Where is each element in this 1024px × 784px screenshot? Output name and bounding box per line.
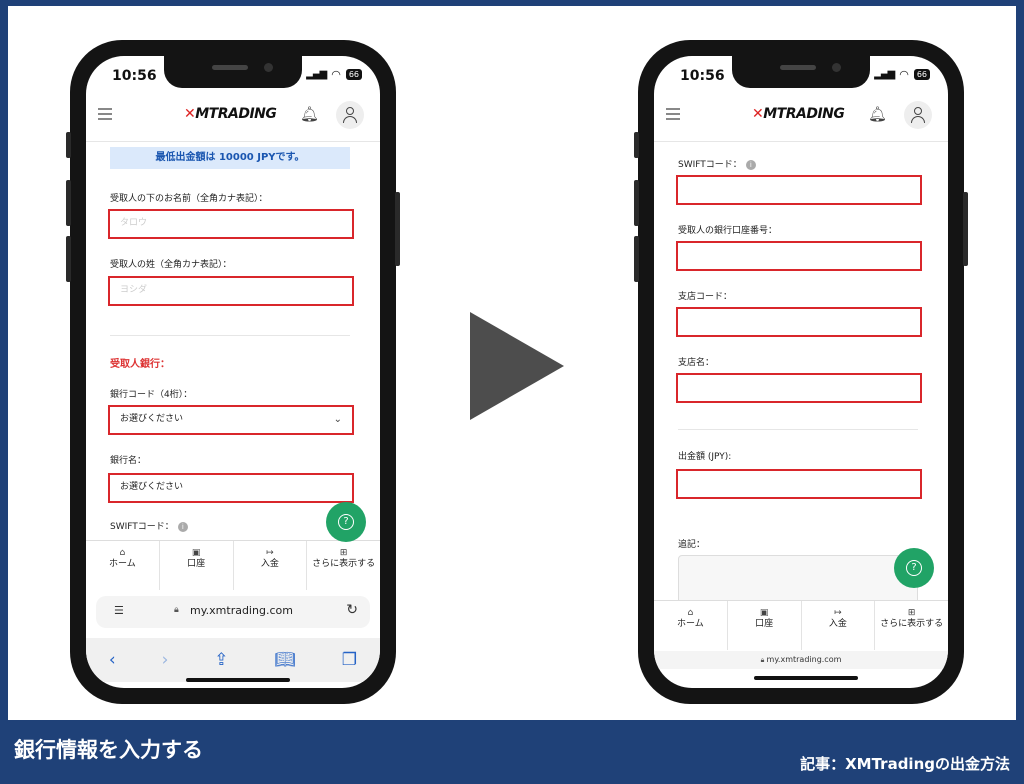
user-icon[interactable] bbox=[336, 101, 364, 129]
nav-account[interactable]: ▣ 口座 bbox=[728, 601, 802, 650]
user-icon[interactable] bbox=[904, 101, 932, 129]
safari-url-bar[interactable]: ☰ 🔒︎ my.xmtrading.com ↻ bbox=[96, 596, 370, 628]
signal-icon: ▂▄▆ bbox=[306, 69, 327, 80]
right-phone-screen: 10:56 ▂▄▆ ◠ 66 ✕MTRADING 🔔︎ SWIFTコード： i 受… bbox=[654, 56, 948, 688]
bank-name-label: 銀行名： bbox=[110, 456, 147, 466]
back-icon[interactable]: ‹ bbox=[109, 650, 116, 670]
deposit-icon: ↦ bbox=[834, 608, 842, 618]
account-number-label: 受取人の銀行口座番号： bbox=[678, 226, 778, 236]
bell-icon[interactable]: 🔔︎ bbox=[300, 105, 319, 123]
help-chat-button[interactable]: ? bbox=[894, 548, 934, 588]
question-icon: ? bbox=[906, 560, 922, 576]
signal-icon: ▂▄▆ bbox=[874, 69, 895, 80]
given-name-label: 受取人の下のお名前（全角カナ表記）： bbox=[110, 194, 268, 204]
question-icon: ? bbox=[338, 514, 354, 530]
nav-deposit[interactable]: ↦ 入金 bbox=[802, 601, 876, 650]
url-text: my.xmtrading.com bbox=[766, 655, 842, 664]
bank-code-label: 銀行コード（4桁）： bbox=[110, 390, 193, 400]
swift-label: SWIFTコード： i bbox=[678, 157, 756, 170]
left-phone: 10:56 ▂▄▆ ◠ 66 ✕MTRADING 🔔︎ 最低出金額は 10000… bbox=[66, 40, 400, 704]
account-number-input[interactable] bbox=[676, 241, 922, 271]
chevron-down-icon: ⌄ bbox=[333, 414, 342, 425]
swift-label-partial: SWIFTコード： i bbox=[110, 519, 188, 532]
home-indicator bbox=[186, 678, 290, 682]
menu-icon[interactable] bbox=[98, 108, 112, 120]
footer-title: 銀行情報を入力する bbox=[14, 738, 203, 762]
lock-icon: 🔒︎ bbox=[174, 605, 179, 615]
nav-home[interactable]: ⌂ ホーム bbox=[86, 541, 160, 590]
deposit-icon: ↦ bbox=[266, 548, 274, 558]
swift-input[interactable] bbox=[676, 175, 922, 205]
footer-bar: 銀行情報を入力する 記事：XMTradingの出金方法 bbox=[0, 720, 1024, 784]
bottom-nav: ⌂ ホーム ▣ 口座 ↦ 入金 ⊞ さらに表示する bbox=[654, 600, 948, 650]
home-icon: ⌂ bbox=[687, 608, 694, 618]
branch-name-label: 支店名： bbox=[678, 358, 715, 368]
divider bbox=[678, 429, 918, 430]
nav-deposit[interactable]: ↦ 入金 bbox=[234, 541, 308, 590]
status-time: 10:56 bbox=[680, 68, 725, 84]
reload-icon[interactable]: ↻ bbox=[346, 602, 358, 618]
bank-section-title: 受取人銀行： bbox=[110, 359, 170, 370]
wifi-icon: ◠ bbox=[899, 68, 909, 81]
info-icon: i bbox=[745, 159, 756, 170]
next-step-arrow bbox=[470, 312, 564, 420]
memo-label: 追記： bbox=[678, 540, 706, 550]
wifi-icon: ◠ bbox=[331, 68, 341, 81]
page-menu-icon[interactable]: ☰ bbox=[114, 604, 124, 617]
bookmarks-icon[interactable]: 📖︎ bbox=[274, 650, 296, 670]
amount-label: 出金額 (JPY): bbox=[678, 452, 732, 462]
xm-logo[interactable]: ✕MTRADING bbox=[752, 106, 845, 122]
account-icon: ▣ bbox=[759, 608, 769, 618]
footer-article-link[interactable]: 記事：XMTradingの出金方法 bbox=[800, 753, 1010, 774]
tabs-icon[interactable]: ❐ bbox=[342, 650, 357, 670]
family-name-label: 受取人の姓（全角カナ表記）： bbox=[110, 260, 232, 270]
bank-name-value: お選びください bbox=[120, 482, 184, 492]
notch bbox=[732, 56, 870, 88]
branch-name-input[interactable] bbox=[676, 373, 922, 403]
bell-icon[interactable]: 🔔︎ bbox=[868, 105, 887, 123]
nav-home[interactable]: ⌂ ホーム bbox=[654, 601, 728, 650]
battery-icon: 66 bbox=[345, 69, 362, 80]
grid-icon: ⊞ bbox=[339, 548, 348, 558]
share-icon[interactable]: ⇪ bbox=[214, 650, 228, 670]
forward-icon[interactable]: › bbox=[162, 650, 169, 670]
status-time: 10:56 bbox=[112, 68, 157, 84]
battery-icon: 66 bbox=[913, 69, 930, 80]
family-name-input[interactable]: ヨシダ bbox=[108, 276, 354, 306]
account-icon: ▣ bbox=[191, 548, 201, 558]
bank-code-value: お選びください bbox=[120, 414, 184, 424]
left-phone-screen: 10:56 ▂▄▆ ◠ 66 ✕MTRADING 🔔︎ 最低出金額は 10000… bbox=[86, 56, 380, 688]
nav-more[interactable]: ⊞ さらに表示する bbox=[307, 541, 380, 590]
bank-name-select[interactable]: お選びください bbox=[108, 473, 354, 503]
help-chat-button[interactable]: ? bbox=[326, 502, 366, 542]
url-text: my.xmtrading.com bbox=[190, 604, 293, 617]
notch bbox=[164, 56, 302, 88]
grid-icon: ⊞ bbox=[907, 608, 916, 618]
nav-more[interactable]: ⊞ さらに表示する bbox=[875, 601, 948, 650]
home-indicator bbox=[754, 676, 858, 680]
info-icon: i bbox=[177, 521, 188, 532]
given-name-input[interactable]: タロウ bbox=[108, 209, 354, 239]
xm-logo[interactable]: ✕MTRADING bbox=[184, 106, 277, 122]
nav-account[interactable]: ▣ 口座 bbox=[160, 541, 234, 590]
amount-input[interactable] bbox=[676, 469, 922, 499]
minimum-withdrawal-notice: 最低出金額は 10000 JPYです。 bbox=[110, 147, 350, 169]
url-footer[interactable]: 🔒︎ my.xmtrading.com bbox=[654, 651, 948, 669]
app-header: ✕MTRADING 🔔︎ bbox=[654, 90, 948, 142]
branch-code-label: 支店コード： bbox=[678, 292, 733, 302]
home-icon: ⌂ bbox=[119, 548, 126, 558]
menu-icon[interactable] bbox=[666, 108, 680, 120]
branch-code-input[interactable] bbox=[676, 307, 922, 337]
bank-code-select[interactable]: お選びください ⌄ bbox=[108, 405, 354, 435]
app-header: ✕MTRADING 🔔︎ bbox=[86, 90, 380, 142]
safari-toolbar: ‹ › ⇪ 📖︎ ❐ bbox=[86, 638, 380, 682]
bottom-nav: ⌂ ホーム ▣ 口座 ↦ 入金 ⊞ さらに表示する bbox=[86, 540, 380, 590]
right-phone: 10:56 ▂▄▆ ◠ 66 ✕MTRADING 🔔︎ SWIFTコード： i 受… bbox=[634, 40, 968, 704]
divider bbox=[110, 335, 350, 336]
